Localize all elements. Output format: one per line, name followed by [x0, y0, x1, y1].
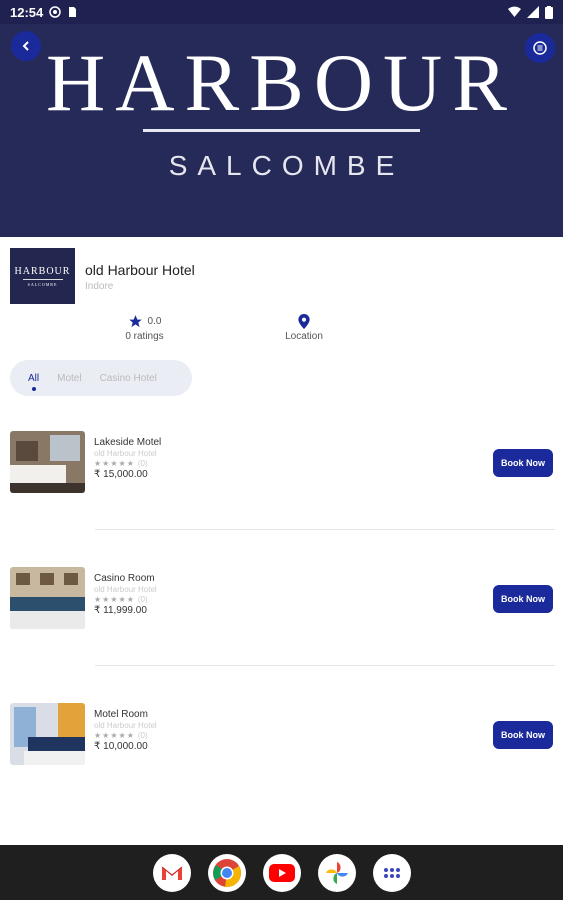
room-title: Motel Room — [94, 709, 148, 720]
tab-motel[interactable]: Motel — [57, 373, 81, 384]
hero-subtitle: SALCOMBE — [168, 150, 405, 181]
room-hotel: old Harbour Hotel — [94, 721, 157, 730]
status-bar: 12:54 — [0, 0, 563, 24]
gmail-icon[interactable] — [152, 853, 191, 892]
wifi-icon — [508, 6, 521, 17]
star-icon — [128, 315, 142, 328]
status-time: 12:54 — [10, 4, 44, 20]
ratings-count: 0 ratings — [125, 331, 164, 342]
room-card-lakeside-motel[interactable]: Lakeside Motel old Harbour Hotel ★★★★★ (0… — [10, 431, 555, 493]
room-card-casino-room[interactable]: Casino Room old Harbour Hotel ★★★★★ (0) ₹… — [10, 567, 555, 629]
signal-icon — [527, 6, 539, 18]
location-label: Location — [285, 331, 323, 342]
book-now-button[interactable]: Book Now — [493, 585, 553, 613]
location-pin-icon — [298, 314, 310, 329]
room-image — [10, 567, 85, 629]
rating-stat: 0.0 0 ratings — [117, 314, 172, 342]
hotel-name: old Harbour Hotel — [85, 262, 195, 278]
rating-value: 0.0 — [147, 316, 162, 327]
review-count: (0) — [137, 459, 148, 468]
book-now-button[interactable]: Book Now — [493, 721, 553, 749]
room-stars: ★★★★★ (0) — [94, 595, 148, 604]
book-now-button[interactable]: Book Now — [493, 449, 553, 477]
list-circle-icon — [533, 41, 547, 55]
review-count: (0) — [137, 731, 148, 740]
hero-banner: HARBOUR SALCOMBE — [0, 24, 563, 237]
logo-text: HARBOUR — [14, 265, 71, 277]
menu-button[interactable] — [525, 33, 555, 63]
tab-casino-hotel[interactable]: Casino Hotel — [100, 373, 157, 384]
room-stars: ★★★★★ (0) — [94, 459, 148, 468]
room-price: ₹ 10,000.00 — [94, 741, 148, 752]
room-hotel: old Harbour Hotel — [94, 585, 157, 594]
divider — [95, 529, 555, 530]
photos-icon[interactable] — [317, 853, 356, 892]
battery-icon — [545, 5, 553, 19]
back-button[interactable] — [11, 31, 41, 61]
room-price: ₹ 15,000.00 — [94, 469, 148, 480]
hotel-logo: HARBOUR SALCOMBE — [10, 248, 75, 304]
chrome-icon[interactable] — [207, 853, 246, 892]
hero-brand: HARBOUR — [46, 37, 517, 128]
app-drawer-icon[interactable] — [372, 853, 411, 892]
room-title: Casino Room — [94, 573, 155, 584]
chevron-left-icon — [22, 41, 29, 51]
sd-card-icon — [69, 7, 77, 17]
hero-divider — [143, 129, 420, 132]
room-hotel: old Harbour Hotel — [94, 449, 157, 458]
category-tabs: All Motel Casino Hotel — [10, 360, 192, 396]
room-image — [10, 703, 85, 765]
logo-subtext: SALCOMBE — [27, 281, 58, 287]
youtube-icon[interactable] — [262, 853, 301, 892]
review-count: (0) — [137, 595, 148, 604]
room-card-motel-room[interactable]: Motel Room old Harbour Hotel ★★★★★ (0) ₹ … — [10, 703, 555, 765]
room-title: Lakeside Motel — [94, 437, 162, 448]
divider — [95, 665, 555, 666]
room-image — [10, 431, 85, 493]
hotel-city: Indore — [85, 281, 114, 292]
room-stars: ★★★★★ (0) — [94, 731, 148, 740]
hotel-header: HARBOUR SALCOMBE old Harbour Hotel Indor… — [10, 248, 195, 304]
room-price: ₹ 11,999.00 — [94, 605, 147, 616]
settings-status-icon — [49, 6, 61, 18]
tab-all[interactable]: All — [28, 373, 39, 384]
logo-rule — [22, 278, 63, 280]
app-dock — [0, 845, 563, 900]
location-stat[interactable]: Location — [278, 314, 330, 342]
